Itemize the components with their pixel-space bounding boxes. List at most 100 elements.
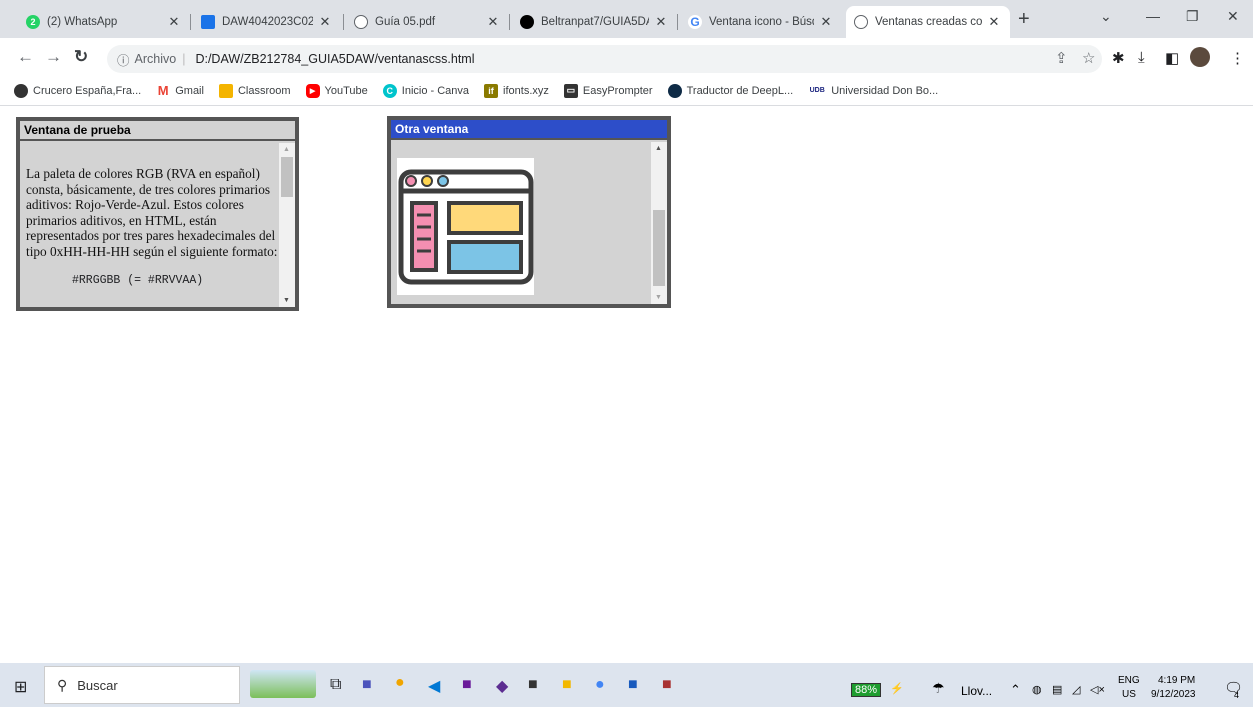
download-icon[interactable]: ⤓: [1138, 49, 1145, 66]
bookmark-classroom[interactable]: Classroom: [218, 83, 291, 98]
minimize-button[interactable]: —: [1146, 8, 1160, 24]
restore-button[interactable]: ❐: [1186, 8, 1199, 25]
chrome-active-icon[interactable]: ●: [595, 676, 605, 694]
side-panel-icon[interactable]: ◧: [1165, 49, 1179, 67]
window-close-button[interactable]: ✕: [1227, 8, 1239, 25]
bookmark-star-icon[interactable]: ☆: [1082, 49, 1095, 67]
rgb-format-code: #RRGGBB (= #RRVVAA): [72, 274, 204, 287]
prompter-icon: ▭: [563, 83, 578, 98]
reload-button[interactable]: ↻: [74, 47, 88, 67]
rgb-paragraph: La paleta de colores RGB (RVA en español…: [26, 166, 278, 259]
teams-icon[interactable]: ■: [362, 676, 372, 694]
youtube-icon: ▶: [305, 83, 320, 98]
bookmarks-bar: Crucero España,Fra... M Gmail Classroom ▶…: [0, 76, 1253, 106]
globe-icon: [354, 15, 368, 29]
scroll-thumb[interactable]: [653, 210, 665, 286]
globe-icon: [854, 15, 868, 29]
window-content: La paleta de colores RGB (RVA en español…: [20, 143, 279, 307]
language-indicator[interactable]: ENG: [1118, 675, 1140, 686]
avatar[interactable]: [1190, 47, 1210, 67]
weather-text[interactable]: Llov...: [961, 684, 992, 698]
tab-whatsapp[interactable]: 2 (2) WhatsApp ✕: [18, 6, 190, 38]
tab-search-icon[interactable]: ⌄: [1100, 8, 1112, 25]
keyboard-icon[interactable]: ▤: [1052, 683, 1062, 696]
windows-start-icon[interactable]: ⊞: [14, 677, 27, 697]
close-icon[interactable]: ✕: [653, 14, 669, 30]
clock-date[interactable]: 9/12/2023: [1151, 689, 1196, 700]
whatsapp-icon: 2: [26, 15, 40, 29]
close-icon[interactable]: ✕: [818, 14, 834, 30]
vscode-icon[interactable]: ◀: [428, 676, 440, 696]
scroll-thumb[interactable]: [281, 157, 293, 197]
window-scrollbar[interactable]: ▲ ▼: [279, 143, 295, 307]
bookmark-gmail[interactable]: M Gmail: [156, 83, 204, 98]
tab-github[interactable]: Beltranpat7/GUIA5DA ✕: [512, 6, 677, 38]
search-icon: ⚲: [57, 676, 68, 693]
bookmark-canva[interactable]: C Inicio - Canva: [382, 83, 469, 98]
url-text[interactable]: D:/DAW/ZB212784_GUIA5DAW/ventanascss.htm…: [195, 52, 474, 66]
canva-icon: C: [382, 83, 397, 98]
close-icon[interactable]: ✕: [166, 14, 182, 30]
bookmark-crucero[interactable]: Crucero España,Fra...: [14, 83, 141, 98]
wifi-icon[interactable]: ◿: [1072, 683, 1080, 696]
bookmark-deepl[interactable]: Traductor de DeepL...: [667, 83, 793, 98]
bookmark-youtube[interactable]: ▶ YouTube: [305, 83, 368, 98]
weather-icon[interactable]: ☂: [932, 680, 945, 697]
window-icon-image: [397, 158, 534, 295]
region-indicator[interactable]: US: [1122, 689, 1136, 700]
jetbrains-icon[interactable]: ■: [462, 676, 472, 694]
github-icon: [520, 15, 534, 29]
window-titlebar[interactable]: Ventana de prueba: [20, 121, 295, 141]
tab-strip: 2 (2) WhatsApp ✕ DAW4042023C02G06 ✕ Guía…: [0, 0, 1253, 38]
deepl-icon: [667, 83, 682, 98]
forward-button[interactable]: →: [45, 47, 62, 67]
tab-classroom[interactable]: DAW4042023C02G06 ✕: [193, 6, 341, 38]
back-button[interactable]: ←: [17, 47, 34, 67]
weather-widget-image[interactable]: [250, 670, 316, 698]
meet-icon[interactable]: ◍: [1032, 683, 1042, 696]
address-bar[interactable]: ⓘ Archivo | D:/DAW/ZB212784_GUIA5DAW/ven…: [107, 45, 1102, 73]
task-view-icon[interactable]: ⧉: [330, 676, 341, 694]
share-icon[interactable]: ⇪: [1055, 49, 1068, 67]
taskbar-search[interactable]: ⚲ Buscar: [44, 666, 240, 704]
new-tab-button[interactable]: +: [1018, 8, 1030, 31]
window-ventana-de-prueba: Ventana de prueba La paleta de colores R…: [16, 117, 299, 311]
extensions-icon[interactable]: ✱: [1112, 49, 1125, 67]
google-icon: G: [688, 15, 702, 29]
chevron-up-icon[interactable]: ⌃: [1010, 682, 1021, 698]
window-content: [391, 142, 651, 304]
close-icon[interactable]: ✕: [986, 14, 1002, 30]
charging-icon: ⚡: [890, 683, 904, 695]
bookmark-ifonts[interactable]: if ifonts.xyz: [484, 83, 549, 98]
notification-count: 4: [1234, 690, 1240, 700]
scroll-up-icon[interactable]: ▲: [283, 146, 290, 153]
window-titlebar[interactable]: Otra ventana: [391, 120, 667, 140]
tab-ventanas-active[interactable]: Ventanas creadas con ✕: [846, 6, 1010, 38]
scroll-up-icon[interactable]: ▲: [655, 145, 662, 152]
udb-icon: UDB: [809, 87, 825, 94]
file-explorer-icon[interactable]: ■: [562, 676, 572, 694]
visual-studio-icon[interactable]: ◆: [496, 676, 508, 696]
tab-guia-pdf[interactable]: Guía 05.pdf ✕: [346, 6, 509, 38]
winrar-icon[interactable]: ■: [662, 676, 672, 694]
volume-icon[interactable]: ◁×: [1090, 683, 1105, 696]
scroll-down-icon[interactable]: ▼: [283, 297, 290, 304]
clock-time[interactable]: 4:19 PM: [1158, 675, 1195, 686]
bookmark-udb[interactable]: UDB Universidad Don Bo...: [808, 84, 939, 98]
close-icon[interactable]: ✕: [485, 14, 501, 30]
menu-icon[interactable]: ⋮: [1230, 49, 1245, 67]
classroom-icon: [218, 83, 233, 98]
battery-indicator[interactable]: 88%: [851, 683, 882, 697]
ifonts-icon: if: [484, 83, 499, 98]
window-scrollbar[interactable]: ▲ ▼: [651, 142, 667, 304]
globe-icon: [14, 83, 28, 98]
info-icon[interactable]: ⓘ: [117, 50, 130, 69]
bookmark-easyprompter[interactable]: ▭ EasyPrompter: [563, 83, 653, 98]
chrome-taskbar-icon[interactable]: ●: [395, 674, 405, 692]
close-icon[interactable]: ✕: [317, 14, 333, 30]
acrobat-icon[interactable]: ■: [528, 676, 538, 694]
scheme-label: Archivo: [134, 52, 177, 66]
tab-google-search[interactable]: G Ventana icono - Búsq ✕: [680, 6, 842, 38]
scroll-down-icon[interactable]: ▼: [655, 294, 662, 301]
word-icon[interactable]: ■: [628, 676, 638, 694]
